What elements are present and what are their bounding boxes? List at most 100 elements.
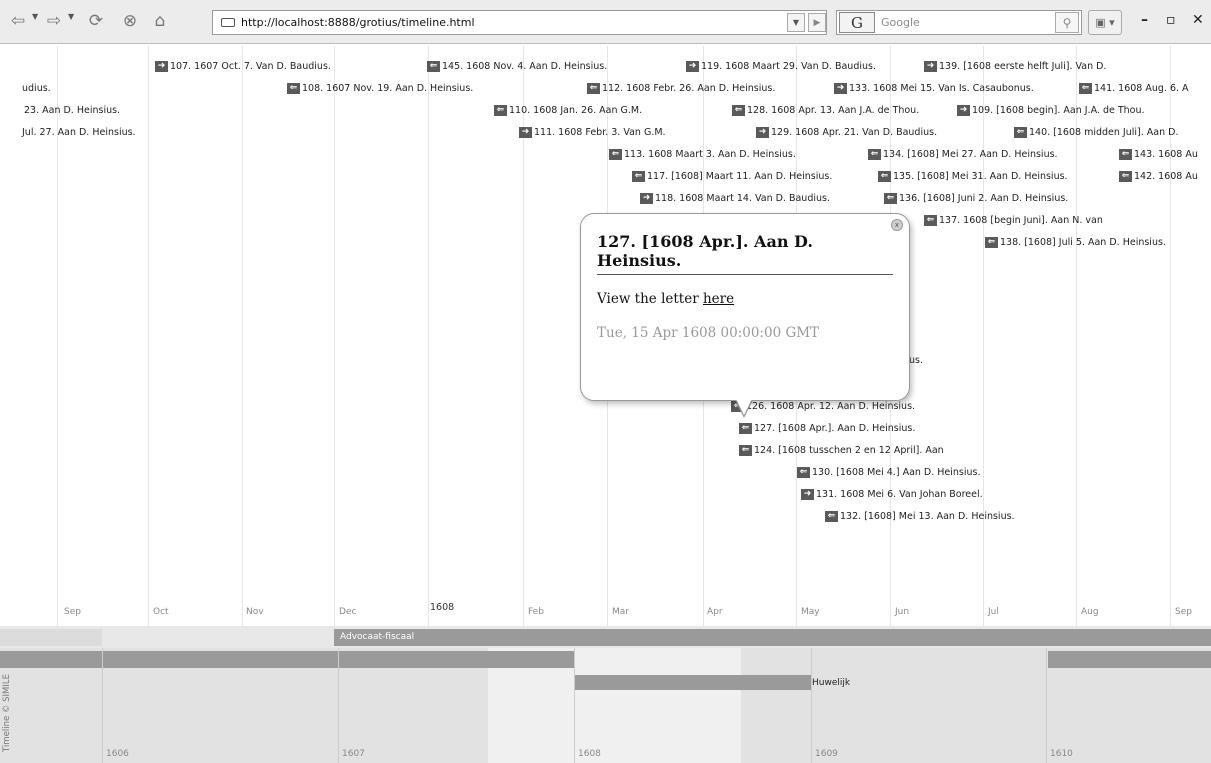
office-band-left-shade — [0, 629, 102, 646]
bubble-view-line: View the letter here — [597, 291, 735, 307]
timeline-event[interactable]: ⇐ 117. [1608] Maart 11. Aan D. Heinsius. — [632, 171, 832, 182]
arrow-left-icon: ⇐ — [878, 171, 891, 182]
search-input[interactable]: Google — [881, 16, 1055, 29]
arrow-right-icon: ➜ — [519, 127, 532, 138]
home-icon[interactable]: ⌂ — [148, 9, 172, 33]
year-label: 1609 — [815, 749, 838, 759]
timeline-event[interactable]: Jul. 27. Aan D. Heinsius. — [22, 127, 136, 138]
timeline-event[interactable]: ⇐ 112. 1608 Febr. 26. Aan D. Heinsius. — [587, 83, 775, 94]
timeline-event[interactable]: ⇐ 130. [1608 Mei 4.] Aan D. Heinsius. — [797, 467, 981, 478]
year-label: 1606 — [106, 749, 129, 759]
timeline-event[interactable]: ⇐ 110. 1608 Jan. 26. Aan G.M. — [494, 105, 642, 116]
arrow-left-icon: ⇐ — [1119, 149, 1132, 160]
arrow-left-icon: ⇐ — [287, 83, 300, 94]
close-icon[interactable]: ✕ — [1192, 12, 1204, 28]
timeline-event[interactable]: ⇐ 132. [1608] Mei 13. Aan D. Heinsius. — [825, 511, 1015, 522]
google-g-icon[interactable]: G — [839, 12, 875, 33]
timeline-event[interactable]: ⇐ 128. 1608 Apr. 13. Aan J.A. de Thou. — [732, 105, 919, 116]
timeline-event[interactable]: ➜ 118. 1608 Maart 14. Van D. Baudius. — [640, 193, 830, 204]
timeline-event[interactable]: ⇐ 140. [1608 midden Juli]. Aan D. — [1014, 127, 1178, 138]
month-label: Oct — [153, 607, 169, 617]
timeline-event[interactable]: ➜ 109. [1608 begin]. Aan J.A. de Thou. — [957, 105, 1145, 116]
timeline-event[interactable]: ➜ 111. 1608 Febr. 3. Van G.M. — [519, 127, 666, 138]
go-icon[interactable]: ▶ — [808, 13, 826, 32]
month-label: Jun — [895, 607, 910, 617]
back-arrow-icon[interactable]: ⇦ — [6, 9, 30, 33]
arrow-left-icon: ⇐ — [494, 105, 507, 116]
timeline-event[interactable]: ⇐ 145. 1608 Nov. 4. Aan D. Heinsius. — [427, 61, 607, 72]
month-label: Nov — [246, 607, 264, 617]
overview-bar — [1048, 651, 1211, 668]
advocaat-bar[interactable] — [334, 629, 1211, 646]
arrow-left-icon: ⇐ — [797, 467, 810, 478]
arrow-right-icon: ➜ — [834, 83, 847, 94]
advocaat-label: Advocaat-fiscaal — [340, 632, 415, 642]
back-dropdown-icon[interactable]: ▼ — [32, 12, 38, 21]
reload-icon[interactable]: ⟳ — [84, 9, 108, 33]
timeline-event[interactable]: ⇐ 143. 1608 Au — [1119, 149, 1198, 160]
address-text[interactable]: http://localhost:8888/grotius/timeline.h… — [241, 16, 475, 29]
restore-icon[interactable]: ▫ — [1166, 12, 1176, 28]
timeline-event[interactable]: ⇐ 108. 1607 Nov. 19. Aan D. Heinsius. — [287, 83, 473, 94]
minimize-icon[interactable]: – — [1141, 12, 1148, 28]
forward-dropdown-icon[interactable]: ▼ — [68, 12, 74, 21]
arrow-right-icon: ➜ — [801, 489, 814, 500]
arrow-left-icon: ⇐ — [739, 423, 752, 434]
timeline-event[interactable]: udius. — [22, 83, 51, 94]
timeline-event[interactable]: 23. Aan D. Heinsius. — [24, 105, 120, 116]
year-label: 1610 — [1050, 749, 1073, 759]
search-box[interactable]: G Google ⚲ — [836, 10, 1082, 35]
timeline-event[interactable]: ⇐ 134. [1608] Mei 27. Aan D. Heinsius. — [868, 149, 1058, 160]
timeline-event[interactable]: ⇐ 136. [1608] Juni 2. Aan D. Heinsius. — [884, 193, 1068, 204]
arrow-left-icon: ⇐ — [632, 171, 645, 182]
arrow-left-icon: ⇐ — [1014, 127, 1027, 138]
overview-bar — [0, 651, 574, 668]
info-bubble: x 127. [1608 Apr.]. Aan D. Heinsius. Vie… — [580, 213, 910, 401]
arrow-right-icon: ➜ — [957, 105, 970, 116]
year-label: 1608 — [430, 602, 455, 613]
url-dropdown-icon[interactable]: ▼ — [787, 13, 805, 32]
timeline-event[interactable]: ➜ 133. 1608 Mei 15. Van Is. Casaubonus. — [834, 83, 1034, 94]
extension-icon[interactable]: ▣ ▾ — [1088, 10, 1122, 35]
stop-icon[interactable]: ⊗ — [118, 9, 142, 33]
year-label: 1607 — [342, 749, 365, 759]
timeline-event[interactable]: ⇐ 141. 1608 Aug. 6. A — [1079, 83, 1189, 94]
bubble-date: Tue, 15 Apr 1608 00:00:00 GMT — [597, 325, 820, 341]
arrow-right-icon: ➜ — [756, 127, 769, 138]
arrow-right-icon: ➜ — [924, 61, 937, 72]
arrow-left-icon: ⇐ — [587, 83, 600, 94]
timeline-event[interactable]: ⇐ 135. [1608] Mei 31. Aan D. Heinsius. — [878, 171, 1068, 182]
timeline-event[interactable]: ⇐ 126. 1608 Apr. 12. Aan D. Heinsius. — [731, 401, 915, 412]
page-icon — [221, 18, 235, 27]
arrow-left-icon: ⇐ — [427, 61, 440, 72]
timeline-event[interactable]: us. — [909, 355, 923, 366]
timeline-event[interactable]: ⇐ 127. [1608 Apr.]. Aan D. Heinsius. — [739, 423, 915, 434]
arrow-right-icon: ➜ — [686, 61, 699, 72]
arrow-left-icon: ⇐ — [732, 105, 745, 116]
huwelijk-bar[interactable] — [574, 675, 811, 690]
timeline-event[interactable]: ⇐ 124. [1608 tusschen 2 en 12 April]. Aan — [739, 445, 944, 456]
bubble-title: 127. [1608 Apr.]. Aan D. Heinsius. — [597, 232, 893, 275]
arrow-left-icon: ⇐ — [825, 511, 838, 522]
arrow-left-icon: ⇐ — [1119, 171, 1132, 182]
address-bar[interactable]: http://localhost:8888/grotius/timeline.h… — [212, 10, 827, 35]
month-label: Dec — [339, 607, 357, 617]
month-label: Apr — [707, 607, 723, 617]
timeline-event[interactable]: ⇐ 113. 1608 Maart 3. Aan D. Heinsius. — [609, 149, 796, 160]
timeline-event[interactable]: ⇐ 138. [1608] Juli 5. Aan D. Heinsius. — [985, 237, 1166, 248]
view-letter-link[interactable]: here — [703, 291, 734, 307]
huwelijk-label: Huwelijk — [812, 678, 851, 688]
arrow-left-icon: ⇐ — [924, 215, 937, 226]
timeline-event[interactable]: ⇐ 137. 1608 [begin Juni]. Aan N. van — [924, 215, 1103, 226]
close-icon[interactable]: x — [891, 219, 903, 231]
month-label: Sep — [1175, 607, 1192, 617]
search-icon[interactable]: ⚲ — [1055, 12, 1079, 33]
timeline-event[interactable]: ➜ 139. [1608 eerste helft Juli]. Van D. — [924, 61, 1106, 72]
timeline-event[interactable]: ➜ 119. 1608 Maart 29. Van D. Baudius. — [686, 61, 876, 72]
month-label: Jul — [988, 607, 999, 617]
timeline-event[interactable]: ➜ 131. 1608 Mei 6. Van Johan Boreel. — [801, 489, 983, 500]
forward-arrow-icon[interactable]: ⇨ — [42, 9, 66, 33]
timeline-event[interactable]: ➜ 107. 1607 Oct. 7. Van D. Baudius. — [155, 61, 331, 72]
timeline-event[interactable]: ⇐ 142. 1608 Au — [1119, 171, 1198, 182]
timeline-event[interactable]: ➜ 129. 1608 Apr. 21. Van D. Baudius. — [756, 127, 937, 138]
